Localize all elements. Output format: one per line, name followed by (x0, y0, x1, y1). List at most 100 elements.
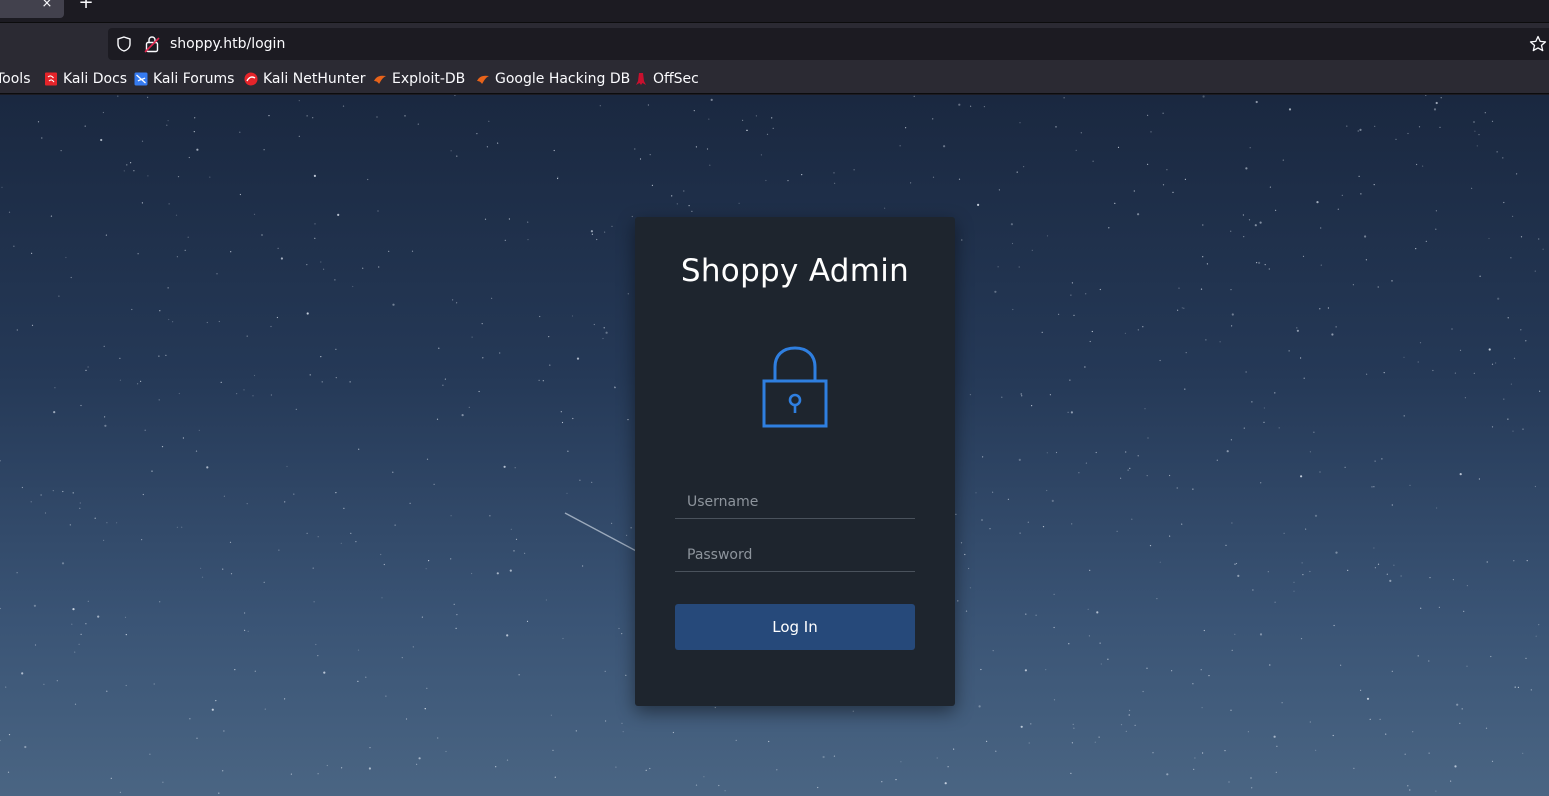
url-text[interactable]: shoppy.htb/login (170, 28, 285, 60)
star-dot (1432, 369, 1434, 372)
star-dot (323, 671, 326, 674)
star-dot (1255, 100, 1258, 104)
bookmark-kali-nethunter[interactable]: Kali NetHunter (244, 64, 365, 94)
star-dot (106, 522, 108, 524)
star-dot (1418, 126, 1421, 128)
padlock-icon (762, 346, 828, 428)
star-dot (1087, 608, 1089, 610)
star-dot (286, 465, 288, 468)
star-dot (1379, 718, 1381, 721)
star-dot (1451, 328, 1453, 330)
star-dot (1171, 670, 1173, 672)
star-dot (1184, 178, 1186, 180)
star-dot (168, 318, 170, 321)
star-dot (527, 221, 529, 223)
star-dot (1203, 629, 1205, 632)
star-dot (158, 399, 160, 401)
star-dot (1120, 724, 1123, 726)
bookmark-kali-docs[interactable]: Kali Docs (44, 64, 127, 94)
star-dot (1192, 488, 1194, 490)
star-dot (509, 569, 512, 572)
star-dot (1439, 126, 1441, 128)
star-dot (1366, 373, 1368, 375)
star-dot (1020, 393, 1022, 395)
star-dot (1366, 697, 1370, 700)
star-dot (771, 117, 773, 119)
star-dot (997, 266, 999, 268)
star-dot (365, 676, 367, 678)
star-dot (313, 174, 316, 177)
star-dot (222, 568, 224, 570)
star-dot (572, 417, 574, 420)
star-dot (21, 672, 24, 675)
star-dot (1258, 261, 1261, 264)
star-dot (538, 379, 540, 381)
star-dot (1452, 579, 1454, 581)
star-dot (239, 193, 241, 196)
star-dot (703, 776, 705, 778)
star-dot (611, 225, 613, 227)
star-dot (1535, 635, 1537, 637)
shield-icon[interactable] (117, 36, 131, 52)
password-input[interactable] (675, 538, 915, 572)
bookmark-offsec[interactable]: OffSec (634, 64, 699, 94)
star-dot (62, 490, 64, 493)
star-dot (1088, 635, 1090, 637)
star-dot (1085, 462, 1087, 464)
star-dot (1497, 297, 1500, 300)
star-dot (513, 550, 515, 552)
bookmark-tools[interactable]: Tools (0, 64, 31, 94)
login-button[interactable]: Log In (675, 604, 915, 650)
browser-tab[interactable]: × (0, 0, 64, 18)
star-dot (253, 374, 256, 377)
star-dot (421, 616, 423, 618)
star-dot (357, 680, 359, 683)
bookmark-google-hacking-db[interactable]: Google Hacking DB (476, 64, 630, 94)
star-dot (1513, 560, 1515, 562)
star-dot (1018, 458, 1021, 461)
star-dot (341, 767, 343, 769)
star-dot (1107, 658, 1109, 660)
bookmark-star-icon[interactable] (1529, 35, 1547, 53)
bookmark-exploit-db[interactable]: Exploit-DB (373, 64, 465, 94)
star-dot (1053, 699, 1056, 701)
bookmark-kali-forums[interactable]: Kali Forums (134, 64, 234, 94)
star-dot (119, 791, 121, 793)
username-input[interactable] (675, 485, 915, 519)
star-dot (1128, 714, 1130, 716)
star-dot (1023, 166, 1025, 168)
star-dot (503, 465, 506, 468)
star-dot (461, 414, 464, 417)
star-dot (350, 532, 352, 534)
star-dot (1403, 356, 1405, 358)
address-bar[interactable]: shoppy.htb/login (108, 28, 1549, 60)
new-tab-icon[interactable]: + (78, 0, 94, 12)
star-dot (1510, 383, 1512, 385)
star-dot (524, 552, 526, 554)
star-dot (486, 146, 488, 148)
star-dot (554, 776, 556, 778)
star-dot (1091, 330, 1093, 333)
insecure-lock-icon[interactable] (144, 35, 160, 53)
star-dot (80, 404, 82, 407)
star-dot (1403, 415, 1405, 417)
star-dot (317, 655, 319, 657)
star-dot (549, 364, 551, 366)
star-dot (1024, 669, 1027, 672)
star-dot (1373, 547, 1375, 549)
star-dot (1391, 504, 1393, 506)
star-dot (312, 567, 314, 569)
star-dot (168, 203, 170, 205)
star-dot (61, 562, 65, 565)
star-dot (1243, 427, 1245, 429)
star-dot (385, 695, 387, 697)
tab-close-icon[interactable]: × (40, 0, 54, 11)
star-dot (1166, 773, 1169, 776)
star-dot (983, 106, 986, 108)
star-dot (193, 131, 195, 133)
star-dot (1538, 238, 1540, 240)
star-dot (1385, 733, 1387, 735)
star-dot (1100, 663, 1102, 665)
star-dot (1073, 314, 1075, 316)
star-dot (54, 387, 56, 389)
